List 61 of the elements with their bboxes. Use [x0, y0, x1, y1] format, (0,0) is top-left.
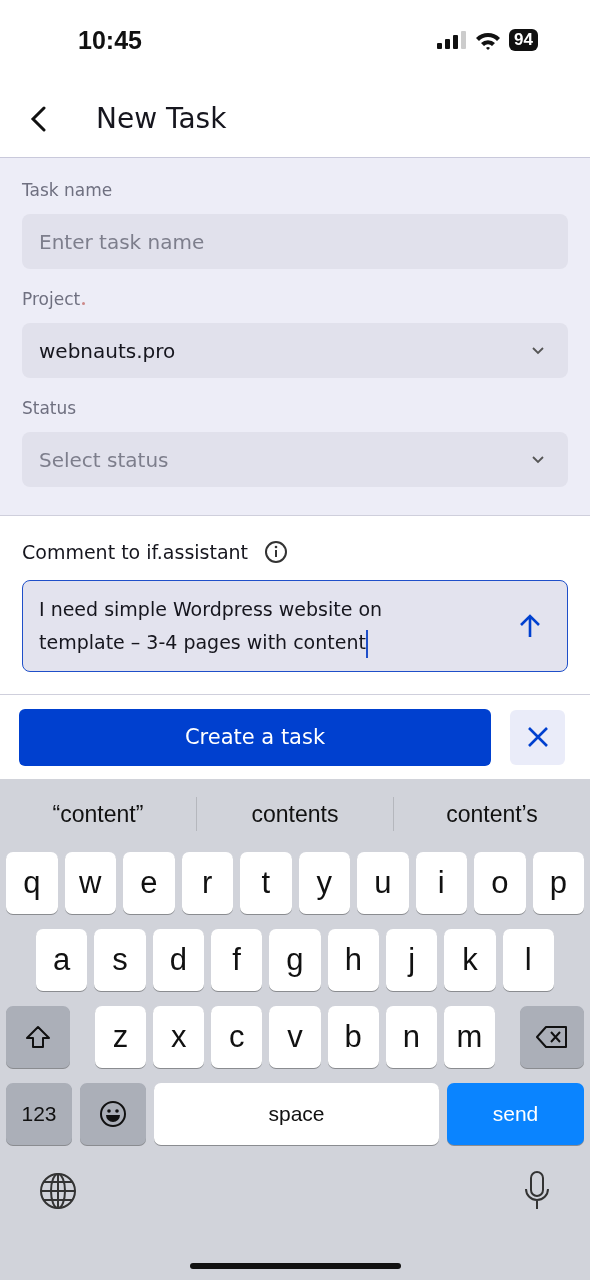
- info-icon[interactable]: [264, 540, 289, 564]
- key[interactable]: m: [443, 1006, 495, 1068]
- key[interactable]: i: [415, 852, 467, 914]
- smiley-icon: [99, 1100, 127, 1128]
- key[interactable]: x: [153, 1006, 205, 1068]
- suggestion[interactable]: contents: [197, 800, 393, 828]
- chevron-down-icon: [532, 455, 544, 464]
- key[interactable]: n: [385, 1006, 437, 1068]
- key[interactable]: j: [385, 929, 438, 991]
- key[interactable]: q: [6, 852, 58, 914]
- key[interactable]: z: [95, 1006, 147, 1068]
- key[interactable]: p: [532, 852, 584, 914]
- back-icon[interactable]: [30, 105, 46, 132]
- suggestion[interactable]: content’s: [394, 800, 590, 828]
- key[interactable]: c: [211, 1006, 263, 1068]
- field-label: Task name: [22, 180, 113, 200]
- chevron-down-icon: [532, 346, 544, 355]
- key[interactable]: a: [36, 929, 88, 991]
- field-label: Status: [22, 398, 77, 418]
- battery-indicator: 94: [509, 29, 538, 51]
- field-label: Project: [22, 289, 81, 309]
- comment-field[interactable]: I need simple Wordpress website on template – 3-4 pages with content: [22, 580, 568, 672]
- page-title: New Task: [96, 102, 227, 135]
- key[interactable]: v: [269, 1006, 321, 1068]
- close-button[interactable]: [510, 709, 565, 765]
- key[interactable]: l: [502, 929, 554, 991]
- suggestion[interactable]: “content”: [0, 800, 196, 828]
- key[interactable]: f: [211, 929, 263, 991]
- shift-key[interactable]: [6, 1006, 70, 1068]
- status-time: 10:45: [78, 25, 142, 55]
- comment-label: Comment to if.assistant: [22, 541, 249, 563]
- wifi-icon: [475, 30, 502, 50]
- required-dot: [82, 302, 86, 305]
- key[interactable]: g: [269, 929, 321, 991]
- key[interactable]: y: [298, 852, 350, 914]
- key[interactable]: b: [327, 1006, 379, 1068]
- key[interactable]: r: [181, 852, 233, 914]
- shift-arrow-icon: [25, 1025, 51, 1049]
- key[interactable]: u: [357, 852, 409, 914]
- send-arrow-icon[interactable]: [519, 614, 541, 638]
- delete-key[interactable]: [520, 1006, 584, 1068]
- key[interactable]: w: [64, 852, 116, 914]
- key[interactable]: s: [94, 929, 146, 991]
- space-key[interactable]: space: [154, 1083, 439, 1145]
- key[interactable]: d: [152, 929, 204, 991]
- key[interactable]: e: [123, 852, 175, 914]
- select-field[interactable]: webnauts.pro: [22, 323, 568, 378]
- key[interactable]: o: [474, 852, 526, 914]
- numbers-key[interactable]: 123: [6, 1083, 72, 1145]
- close-icon: [526, 726, 549, 748]
- emoji-key[interactable]: [80, 1083, 146, 1145]
- create-task-button[interactable]: Create a task: [19, 708, 491, 766]
- signal-icon: [437, 31, 468, 49]
- key[interactable]: t: [240, 852, 292, 914]
- key[interactable]: k: [444, 929, 496, 991]
- microphone-icon[interactable]: [524, 1171, 550, 1211]
- send-key[interactable]: send: [447, 1083, 584, 1145]
- key[interactable]: h: [327, 929, 379, 991]
- globe-icon[interactable]: [39, 1172, 77, 1210]
- input-field[interactable]: Enter task name: [22, 214, 568, 269]
- backspace-icon: [536, 1026, 568, 1048]
